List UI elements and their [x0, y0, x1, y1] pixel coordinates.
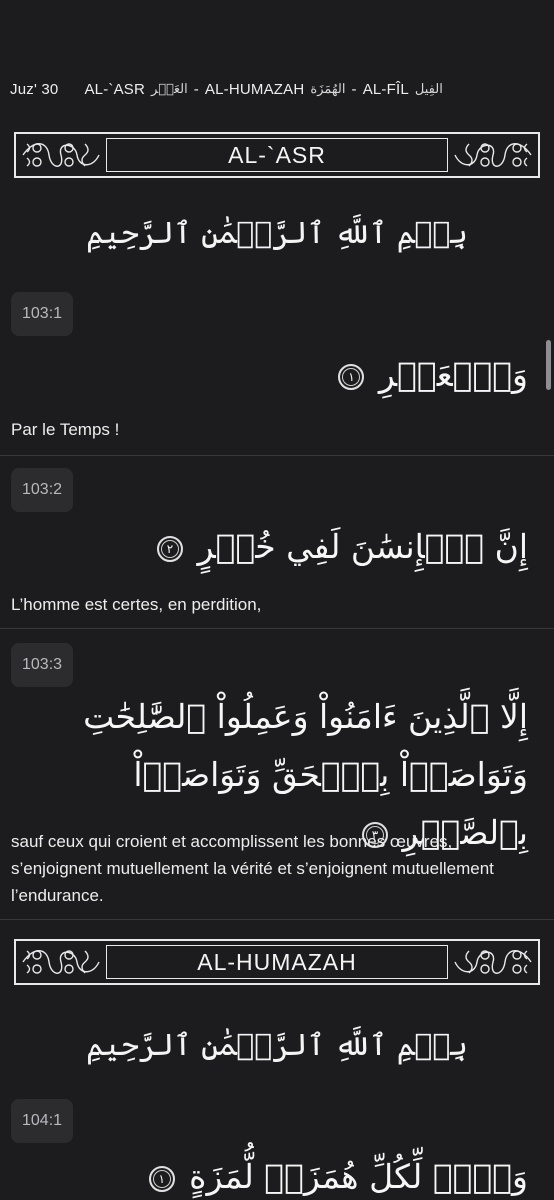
surah-banner: AL-`ASR: [14, 132, 540, 178]
surah-name-asr[interactable]: AL-`ASR: [84, 81, 145, 98]
arabic-verse-text: إِنَّ ٱلۡإِنسَٰنَ لَفِي خُسۡرٍ ٢: [156, 518, 528, 576]
verse-translation: L’homme est certes, en perdition,: [11, 595, 262, 614]
surah-arabic-asr: العَصۡر: [151, 81, 188, 97]
divider: [0, 455, 554, 456]
ayah-end-marker: ١: [148, 1166, 175, 1192]
arabic-verse-text: وَٱلۡعَصۡرِ ١: [338, 346, 528, 404]
surah-arabic-humazah: الهُمَزَة: [310, 81, 346, 97]
verse-number-badge[interactable]: 103:2: [11, 468, 74, 512]
separator: -: [193, 80, 199, 98]
ornament-icon: [448, 134, 538, 176]
ornament-icon: [16, 941, 106, 983]
ayah-end-marker: ١: [338, 364, 365, 390]
arabic-text: إِنَّ ٱلۡإِنسَٰنَ لَفِي خُسۡرٍ: [197, 527, 528, 566]
surah-title: AL-`ASR: [106, 138, 448, 172]
surah-arabic-fil: الفِيل: [414, 81, 443, 97]
verse-number-badge[interactable]: 104:1: [11, 1099, 74, 1143]
arabic-text: وَٱلۡعَصۡرِ: [378, 355, 528, 394]
divider: [0, 628, 554, 629]
divider: [0, 919, 554, 920]
arabic-verse-text: وَيۡلٞ لِّكُلِّ هُمَزَةٖ لُّمَزَةٍ ١: [148, 1148, 528, 1200]
bismillah: بِسۡمِ ٱللَّهِ ٱلرَّحۡمَٰنِ ٱلرَّحِيمِ: [86, 1028, 468, 1063]
separator: -: [351, 80, 357, 98]
ornament-icon: [16, 134, 106, 176]
verse-translation: sauf ceux qui croient et accomplissent l…: [11, 832, 494, 905]
surah-name-humazah[interactable]: AL-HUMAZAH: [205, 81, 305, 98]
surah-title: AL-HUMAZAH: [106, 945, 448, 979]
surah-banner: AL-HUMAZAH: [14, 939, 540, 985]
verse-number-badge[interactable]: 103:1: [11, 292, 74, 336]
scrollbar[interactable]: [546, 340, 551, 390]
juz-label: Juz' 30: [10, 80, 59, 98]
verse-number-badge[interactable]: 103:3: [11, 643, 74, 687]
ornament-icon: [448, 941, 538, 983]
quran-reader: Juz' 30 AL-`ASR العَصۡر - AL-HUMAZAH اله…: [0, 0, 554, 1200]
juz-header-bar[interactable]: Juz' 30 AL-`ASR العَصۡر - AL-HUMAZAH اله…: [10, 76, 546, 102]
verse-translation: Par le Temps !: [11, 420, 120, 439]
surah-name-fil[interactable]: AL-FÎL: [363, 81, 409, 98]
ayah-end-marker: ٢: [156, 536, 183, 562]
bismillah: بِسۡمِ ٱللَّهِ ٱلرَّحۡمَٰنِ ٱلرَّحِيمِ: [86, 216, 468, 251]
arabic-text: وَيۡلٞ لِّكُلِّ هُمَزَةٖ لُّمَزَةٍ: [189, 1157, 528, 1196]
